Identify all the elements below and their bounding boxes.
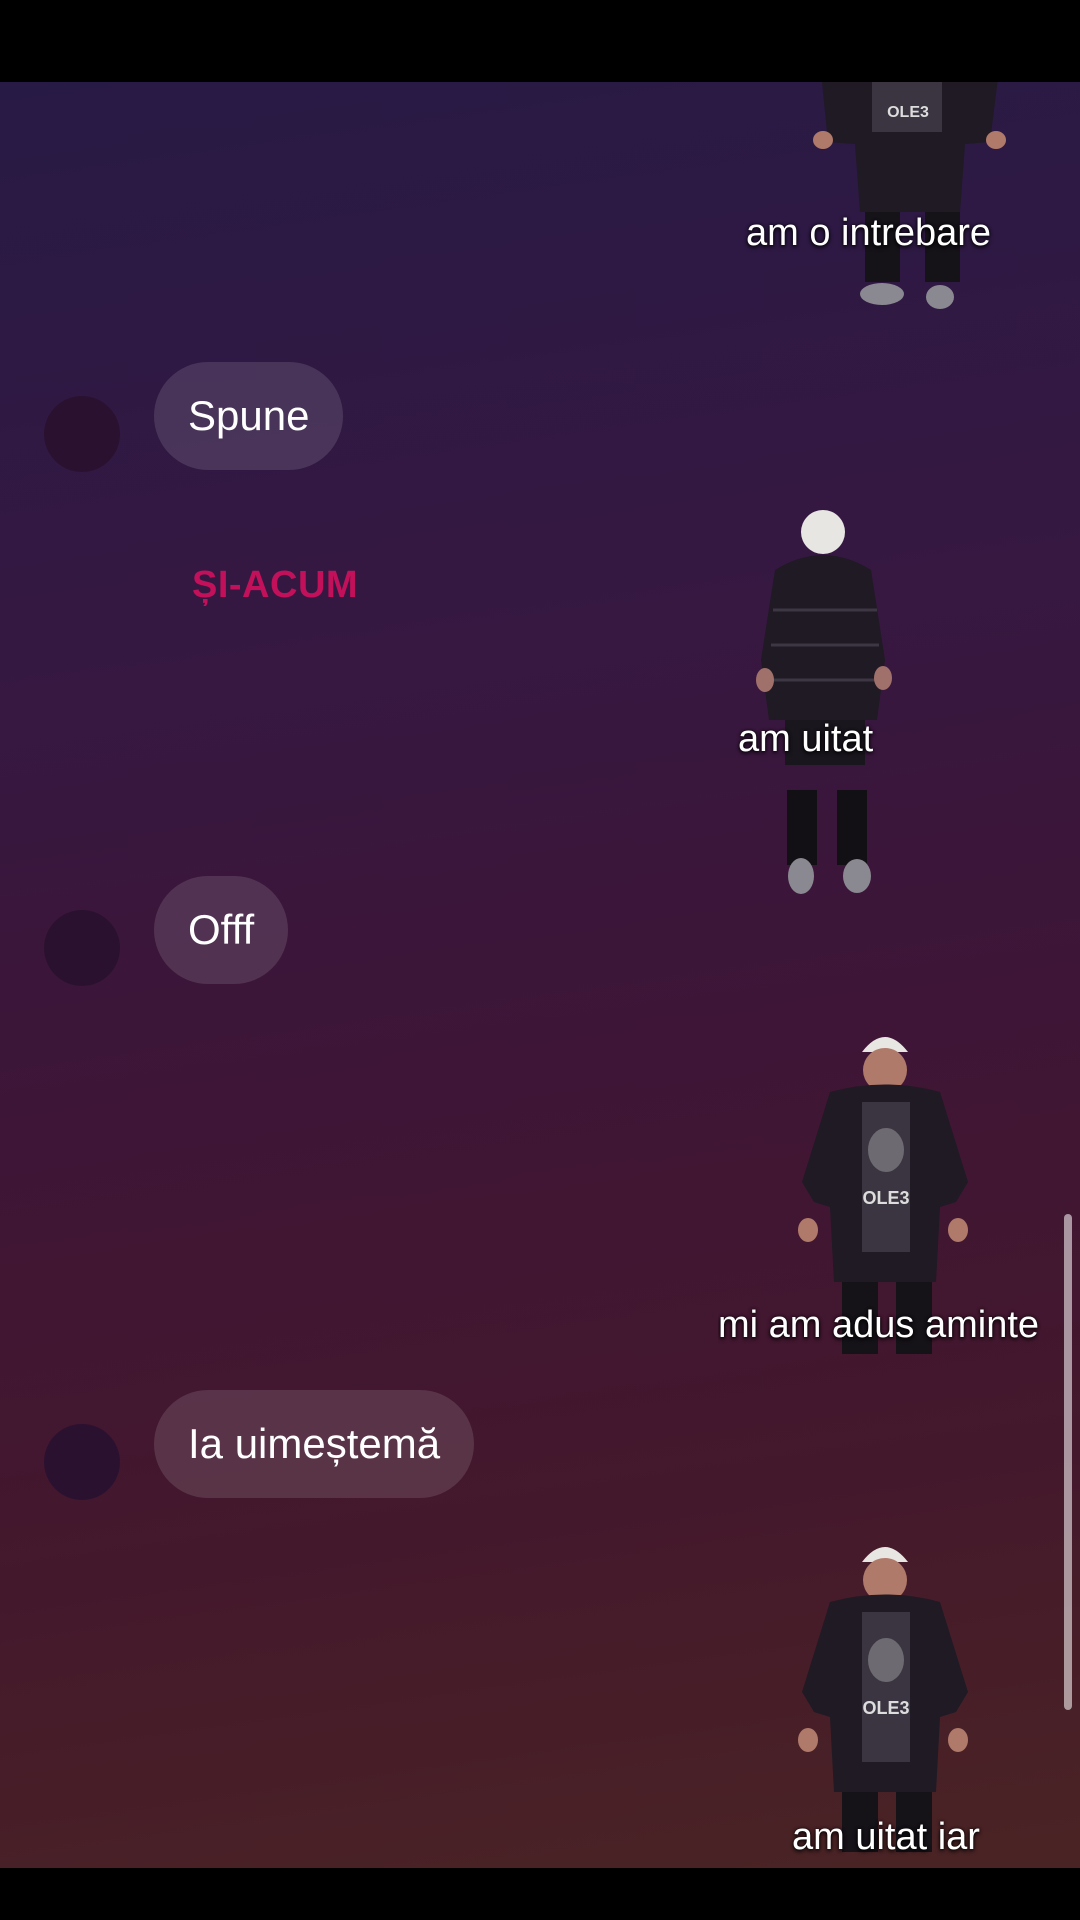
sticker-caption: mi am adus aminte [718, 1304, 1040, 1346]
shirt-print: OLE3 [862, 1188, 909, 1208]
avatar[interactable] [44, 1424, 120, 1500]
avatar[interactable] [44, 910, 120, 986]
person-front-figure: OLE3 [798, 1547, 968, 1852]
person-back-figure: OLE3 [813, 82, 1006, 309]
message-bubble[interactable]: Ia uimeștemă [154, 1390, 475, 1498]
shirt-print: OLE3 [887, 104, 929, 121]
overlay-word: ȘI-ACUM [192, 564, 359, 606]
avatar[interactable] [44, 396, 120, 472]
message-bubble[interactable]: Offf [154, 876, 289, 984]
sticker-caption: am uitat iar [792, 1816, 980, 1858]
sticker-caption: am uitat [738, 718, 874, 760]
sticker-1[interactable]: OLE3 [790, 82, 1030, 322]
scrollbar[interactable] [1064, 1214, 1072, 1710]
shirt-print: OLE3 [862, 1698, 909, 1718]
sticker-caption: am o intrebare [746, 212, 992, 254]
message-text: Spune [188, 392, 310, 439]
message-bubble[interactable]: Spune [154, 362, 344, 470]
top-letterbox [0, 0, 1080, 82]
sticker-4[interactable]: OLE3 [780, 1532, 990, 1852]
message-text: Ia uimeștemă [188, 1420, 441, 1467]
bottom-letterbox [0, 1868, 1080, 1920]
chat-area[interactable]: OLE3 am o intrebare Spune ȘI-ACUM am uit… [0, 82, 1080, 1868]
message-text: Offf [188, 906, 255, 953]
